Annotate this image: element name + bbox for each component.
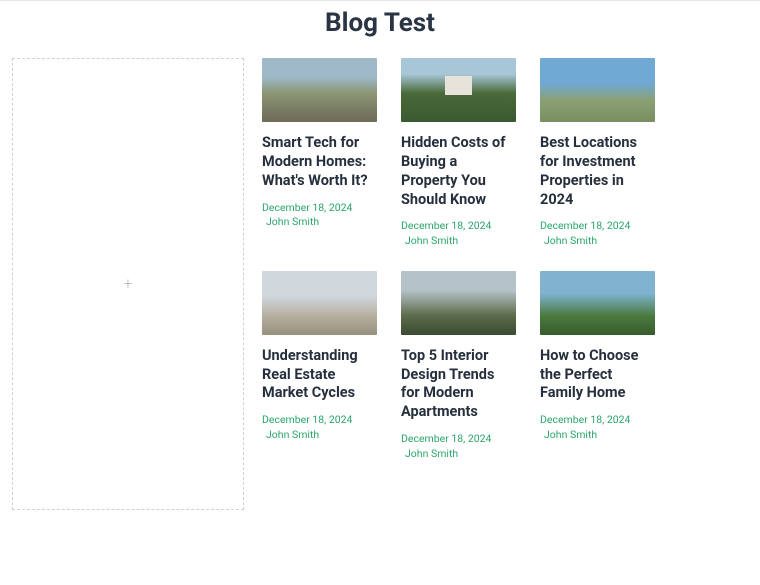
post-meta: December 18, 2024 John Smith	[401, 219, 516, 248]
post-thumbnail	[540, 58, 655, 122]
post-title: How to Choose the Perfect Family Home	[540, 347, 655, 404]
post-title: Understanding Real Estate Market Cycles	[262, 347, 377, 404]
posts-grid: Smart Tech for Modern Homes: What's Wort…	[262, 58, 655, 510]
post-author: John Smith	[540, 428, 655, 443]
post-date: December 18, 2024	[262, 201, 352, 214]
post-thumbnail	[262, 58, 377, 122]
post-title: Best Locations for Investment Properties…	[540, 134, 655, 209]
post-author: John Smith	[262, 428, 377, 443]
post-thumbnail	[401, 58, 516, 122]
post-author: John Smith	[262, 215, 377, 230]
post-thumbnail	[401, 271, 516, 335]
post-card[interactable]: Hidden Costs of Buying a Property You Sh…	[401, 58, 516, 249]
plus-icon: +	[123, 276, 132, 292]
post-card[interactable]: Top 5 Interior Design Trends for Modern …	[401, 271, 516, 462]
post-author: John Smith	[401, 447, 516, 462]
post-meta: December 18, 2024 John Smith	[540, 219, 655, 248]
post-meta: December 18, 2024 John Smith	[262, 201, 377, 230]
add-widget-placeholder[interactable]: +	[12, 58, 244, 510]
post-date: December 18, 2024	[401, 219, 491, 232]
content-area: + Smart Tech for Modern Homes: What's Wo…	[0, 58, 760, 510]
post-title: Hidden Costs of Buying a Property You Sh…	[401, 134, 516, 209]
post-card[interactable]: Smart Tech for Modern Homes: What's Wort…	[262, 58, 377, 249]
post-date: December 18, 2024	[262, 413, 352, 426]
post-date: December 18, 2024	[401, 432, 491, 445]
post-title: Smart Tech for Modern Homes: What's Wort…	[262, 134, 377, 191]
post-meta: December 18, 2024 John Smith	[540, 413, 655, 442]
post-card[interactable]: Best Locations for Investment Properties…	[540, 58, 655, 249]
top-divider	[0, 0, 760, 1]
post-thumbnail	[540, 271, 655, 335]
post-meta: December 18, 2024 John Smith	[401, 432, 516, 461]
post-title: Top 5 Interior Design Trends for Modern …	[401, 347, 516, 422]
page-title: Blog Test	[0, 0, 760, 58]
post-author: John Smith	[540, 234, 655, 249]
post-meta: December 18, 2024 John Smith	[262, 413, 377, 442]
post-card[interactable]: How to Choose the Perfect Family Home De…	[540, 271, 655, 462]
post-card[interactable]: Understanding Real Estate Market Cycles …	[262, 271, 377, 462]
post-author: John Smith	[401, 234, 516, 249]
post-date: December 18, 2024	[540, 219, 630, 232]
post-thumbnail	[262, 271, 377, 335]
post-date: December 18, 2024	[540, 413, 630, 426]
